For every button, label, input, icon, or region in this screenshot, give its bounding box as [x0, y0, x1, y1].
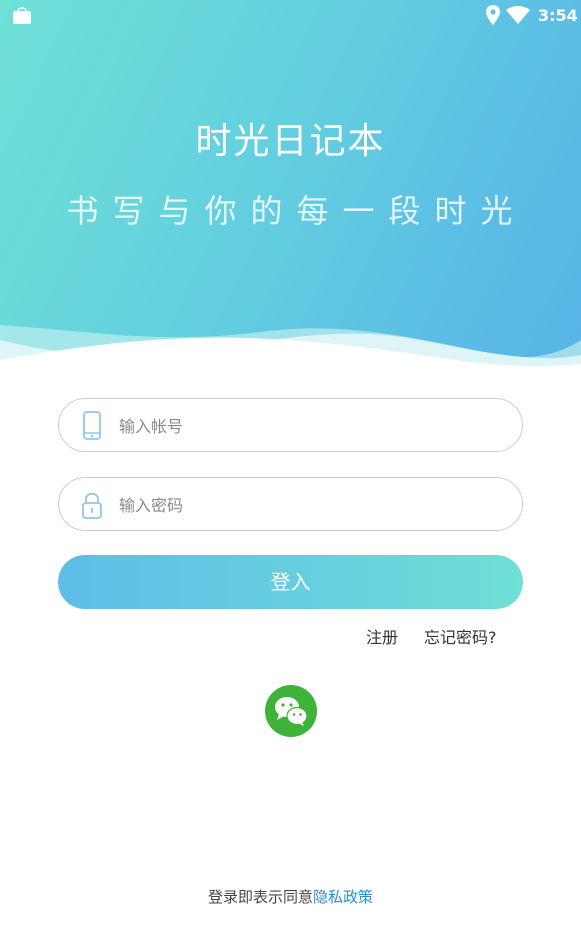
- password-input[interactable]: [119, 488, 499, 522]
- forgot-password-link[interactable]: 忘记密码?: [424, 624, 497, 648]
- wechat-login-button[interactable]: [265, 685, 317, 737]
- footer-agreement: 登录即表示同意隐私政策: [0, 886, 581, 907]
- app-title: 时光日记本: [195, 121, 386, 162]
- account-field[interactable]: [58, 398, 523, 452]
- login-button[interactable]: 登入: [58, 555, 523, 609]
- register-link[interactable]: 注册: [366, 624, 398, 648]
- wave-decoration: [0, 325, 581, 380]
- header-banner: 3:54 时光日记本 书写与你的每一段时光: [0, 0, 581, 380]
- status-bar: 3:54: [0, 0, 581, 30]
- shopping-bag-icon: [13, 7, 31, 24]
- wechat-icon: [275, 697, 308, 726]
- status-time: 3:54: [538, 6, 578, 25]
- password-field[interactable]: [58, 477, 523, 531]
- phone-icon: [83, 411, 101, 440]
- wifi-icon: [506, 6, 530, 24]
- location-pin-icon: [486, 5, 500, 25]
- lock-icon: [82, 492, 102, 519]
- privacy-policy-link[interactable]: 隐私政策: [313, 888, 373, 906]
- agreement-text: 登录即表示同意: [207, 888, 313, 906]
- app-subtitle: 书写与你的每一段时光: [66, 192, 527, 230]
- account-input[interactable]: [119, 409, 499, 443]
